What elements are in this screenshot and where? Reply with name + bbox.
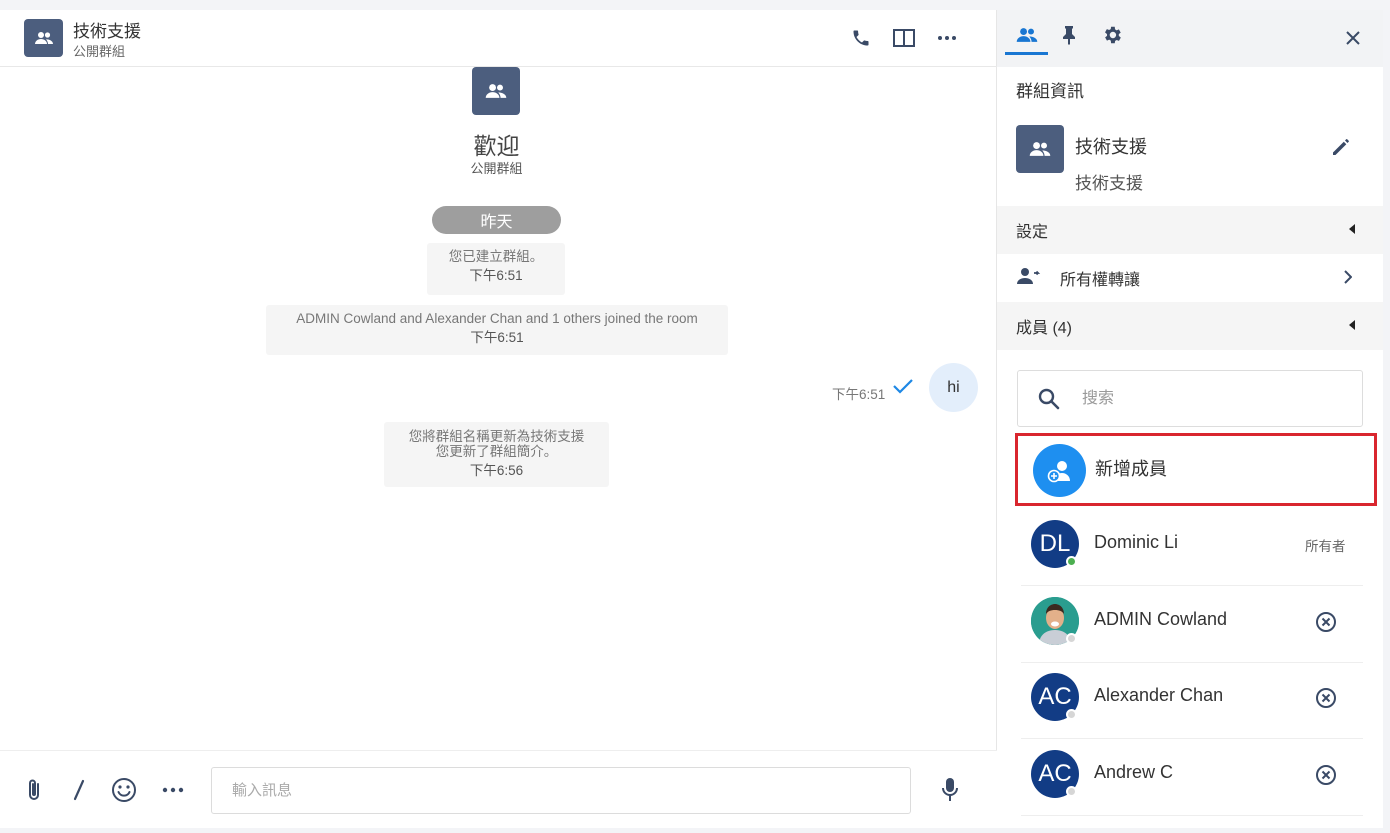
offline-status-dot	[1066, 633, 1077, 644]
search-icon	[1038, 388, 1060, 410]
message-time: 下午6:51	[470, 330, 524, 345]
close-icon	[1346, 31, 1360, 45]
group-icon	[485, 84, 507, 98]
system-message: 您已建立群組。 下午6:51	[427, 243, 565, 295]
more-horizontal-icon[interactable]	[935, 26, 959, 50]
offline-status-dot	[1066, 786, 1077, 797]
message-time: 下午6:51	[469, 268, 523, 283]
member-row[interactable]: AC Andrew C	[1021, 740, 1363, 816]
group-description: 技術支援	[1075, 174, 1143, 193]
add-member-button[interactable]: 新增成員	[1015, 433, 1377, 506]
member-search-input[interactable]	[1082, 384, 1342, 414]
chat-header: 技術支援 公開群組	[0, 10, 997, 67]
member-row[interactable]: ADMIN Cowland	[1021, 587, 1363, 663]
remove-member-button[interactable]	[1314, 763, 1338, 787]
system-message-text: ADMIN Cowland and Alexander Chan and 1 o…	[296, 311, 698, 326]
pencil-icon	[1333, 139, 1349, 155]
group-avatar[interactable]	[24, 19, 63, 57]
split-view-icon[interactable]	[892, 26, 916, 50]
group-info-heading: 群組資訊	[1016, 82, 1084, 101]
transfer-ownership-row[interactable]: 所有權轉讓	[997, 253, 1383, 301]
outgoing-message-bubble[interactable]: hi	[929, 363, 978, 412]
outgoing-message-time: 下午6:51	[832, 387, 886, 402]
system-message-text: 您更新了群組簡介。	[435, 444, 558, 459]
system-message: 您將群組名稱更新為技術支援 您更新了群組簡介。 下午6:56	[384, 422, 609, 487]
room-info-panel: 群組資訊 技術支援 技術支援 設定 所有權轉讓 成員 (4) 搜索 新增成員 D…	[997, 10, 1383, 828]
member-name: Andrew C	[1094, 762, 1174, 782]
member-row[interactable]: DL Dominic Li 所有者	[1021, 510, 1363, 586]
chat-title: 技術支援	[73, 22, 141, 41]
edit-group-button[interactable]	[1328, 134, 1354, 160]
group-icon	[34, 32, 53, 44]
group-avatar	[1016, 125, 1064, 173]
chevron-right-icon	[1344, 270, 1352, 284]
online-status-dot	[1066, 556, 1077, 567]
settings-tab[interactable]	[1097, 22, 1127, 48]
gear-icon	[1105, 26, 1121, 44]
remove-member-button[interactable]	[1314, 686, 1338, 710]
caret-left-icon	[1349, 224, 1355, 234]
pin-icon	[1063, 26, 1075, 45]
emoji-icon[interactable]	[111, 777, 137, 803]
group-name: 技術支援	[1075, 137, 1147, 157]
members-tab[interactable]	[1012, 22, 1042, 48]
members-icon	[1016, 28, 1038, 42]
system-message: ADMIN Cowland and Alexander Chan and 1 o…	[266, 305, 728, 355]
phone-icon[interactable]	[849, 26, 873, 50]
members-section-label: 成員 (4)	[1016, 320, 1073, 337]
caret-left-icon	[1349, 320, 1355, 330]
remove-member-button[interactable]	[1314, 610, 1338, 634]
settings-section-toggle[interactable]: 設定	[997, 206, 1383, 254]
chat-subtitle: 公開群組	[73, 44, 126, 59]
slash-command-icon[interactable]	[66, 777, 92, 803]
member-name: ADMIN Cowland	[1094, 609, 1228, 629]
remove-circle-icon	[1316, 612, 1336, 632]
add-user-icon	[1047, 460, 1070, 482]
sent-check-icon	[892, 378, 914, 399]
date-separator: 昨天	[432, 206, 561, 234]
member-row[interactable]: AC Alexander Chan	[1021, 663, 1363, 739]
welcome-subtitle: 公開群組	[470, 161, 523, 176]
welcome-title: 歡迎	[473, 133, 520, 159]
pins-tab[interactable]	[1054, 22, 1084, 48]
members-section-toggle[interactable]: 成員 (4)	[997, 302, 1383, 350]
window-edge	[1383, 10, 1390, 828]
member-name: Alexander Chan	[1094, 685, 1224, 705]
more-horizontal-icon[interactable]	[160, 777, 186, 803]
welcome-group-avatar	[472, 67, 520, 115]
offline-status-dot	[1066, 709, 1077, 720]
attach-icon[interactable]	[21, 777, 47, 803]
group-icon	[1029, 142, 1051, 156]
remove-circle-icon	[1316, 688, 1336, 708]
message-input[interactable]	[211, 767, 911, 814]
system-message-text: 您已建立群組。	[448, 249, 544, 264]
microphone-icon[interactable]	[937, 777, 963, 803]
app-window: 技術支援 公開群組 歡迎 公開群組 昨天 您已建立群組。 下午6:51 ADMI…	[0, 10, 1383, 828]
member-name: Dominic Li	[1094, 532, 1179, 552]
member-search-box[interactable]	[1017, 370, 1363, 427]
message-time: 下午6:56	[469, 463, 524, 478]
person-transfer-icon	[1017, 268, 1041, 284]
chat-pane: 技術支援 公開群組 歡迎 公開群組 昨天 您已建立群組。 下午6:51 ADMI…	[0, 10, 997, 828]
remove-circle-icon	[1316, 765, 1336, 785]
transfer-ownership-label: 所有權轉讓	[1060, 272, 1141, 289]
panel-tab-bar	[997, 10, 1383, 67]
message-composer	[0, 750, 997, 828]
settings-section-label: 設定	[1016, 224, 1049, 241]
member-role-badge: 所有者	[1305, 539, 1346, 554]
add-member-avatar	[1033, 444, 1086, 497]
system-message-text: 您將群組名稱更新為技術支援	[408, 429, 585, 444]
close-panel-button[interactable]	[1341, 26, 1365, 50]
add-member-label: 新增成員	[1095, 459, 1167, 479]
active-tab-indicator	[1005, 52, 1048, 55]
